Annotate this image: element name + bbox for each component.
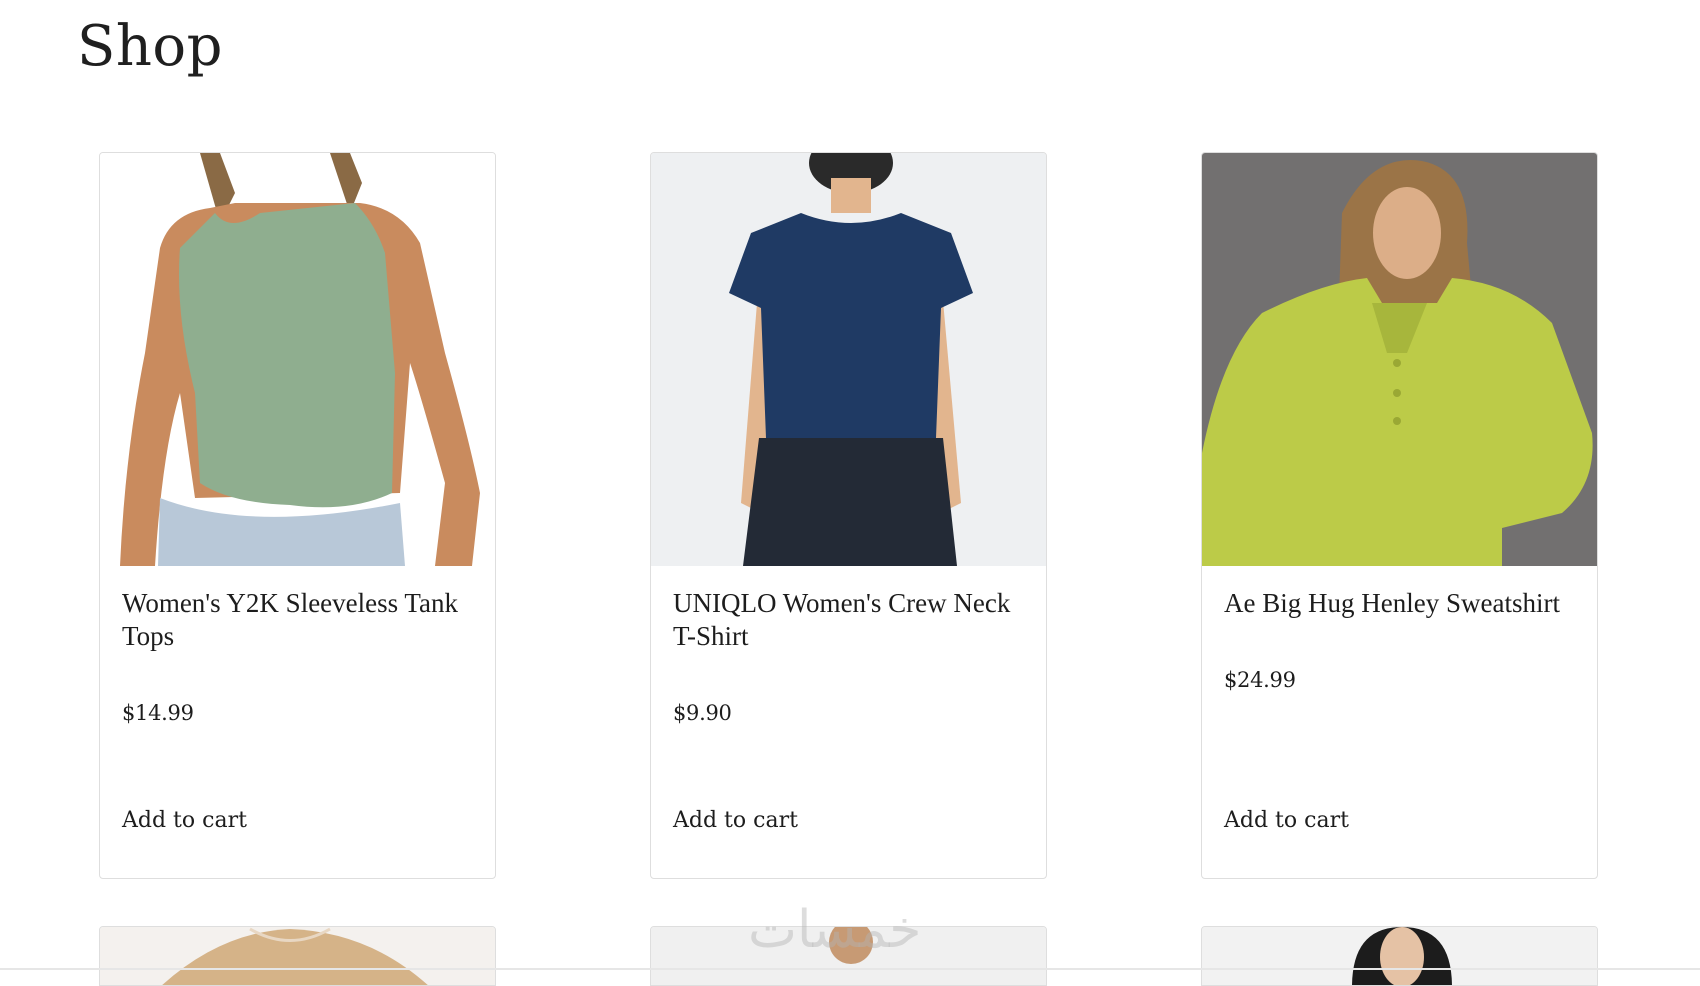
navy-tshirt-image[interactable]: [651, 153, 1046, 566]
add-to-cart-button[interactable]: Add to cart: [1224, 808, 1349, 833]
green-tank-top-image[interactable]: [100, 153, 495, 566]
product-price: $14.99: [122, 701, 194, 725]
watermark: خمسات: [748, 900, 922, 960]
product-card[interactable]: UNIQLO Women's Crew Neck T-Shirt $9.90 A…: [650, 152, 1047, 879]
lime-sweatshirt-image[interactable]: [1202, 153, 1597, 566]
product-card[interactable]: [1201, 926, 1598, 986]
product-name[interactable]: Women's Y2K Sleeveless Tank Tops: [122, 587, 477, 653]
add-to-cart-button[interactable]: Add to cart: [122, 808, 247, 833]
product-name[interactable]: UNIQLO Women's Crew Neck T-Shirt: [673, 587, 1028, 653]
product-card[interactable]: Women's Y2K Sleeveless Tank Tops $14.99 …: [99, 152, 496, 879]
product-card[interactable]: [99, 926, 496, 986]
add-to-cart-button[interactable]: Add to cart: [673, 808, 798, 833]
tan-sweater-image[interactable]: [100, 927, 496, 986]
product-card[interactable]: Ae Big Hug Henley Sweatshirt $24.99 Add …: [1201, 152, 1598, 879]
product-name[interactable]: Ae Big Hug Henley Sweatshirt: [1224, 587, 1579, 620]
product-price: $24.99: [1224, 668, 1296, 692]
page-title: Shop: [77, 14, 223, 79]
product-price: $9.90: [673, 701, 732, 725]
model-dark-hair-image[interactable]: [1202, 927, 1598, 986]
